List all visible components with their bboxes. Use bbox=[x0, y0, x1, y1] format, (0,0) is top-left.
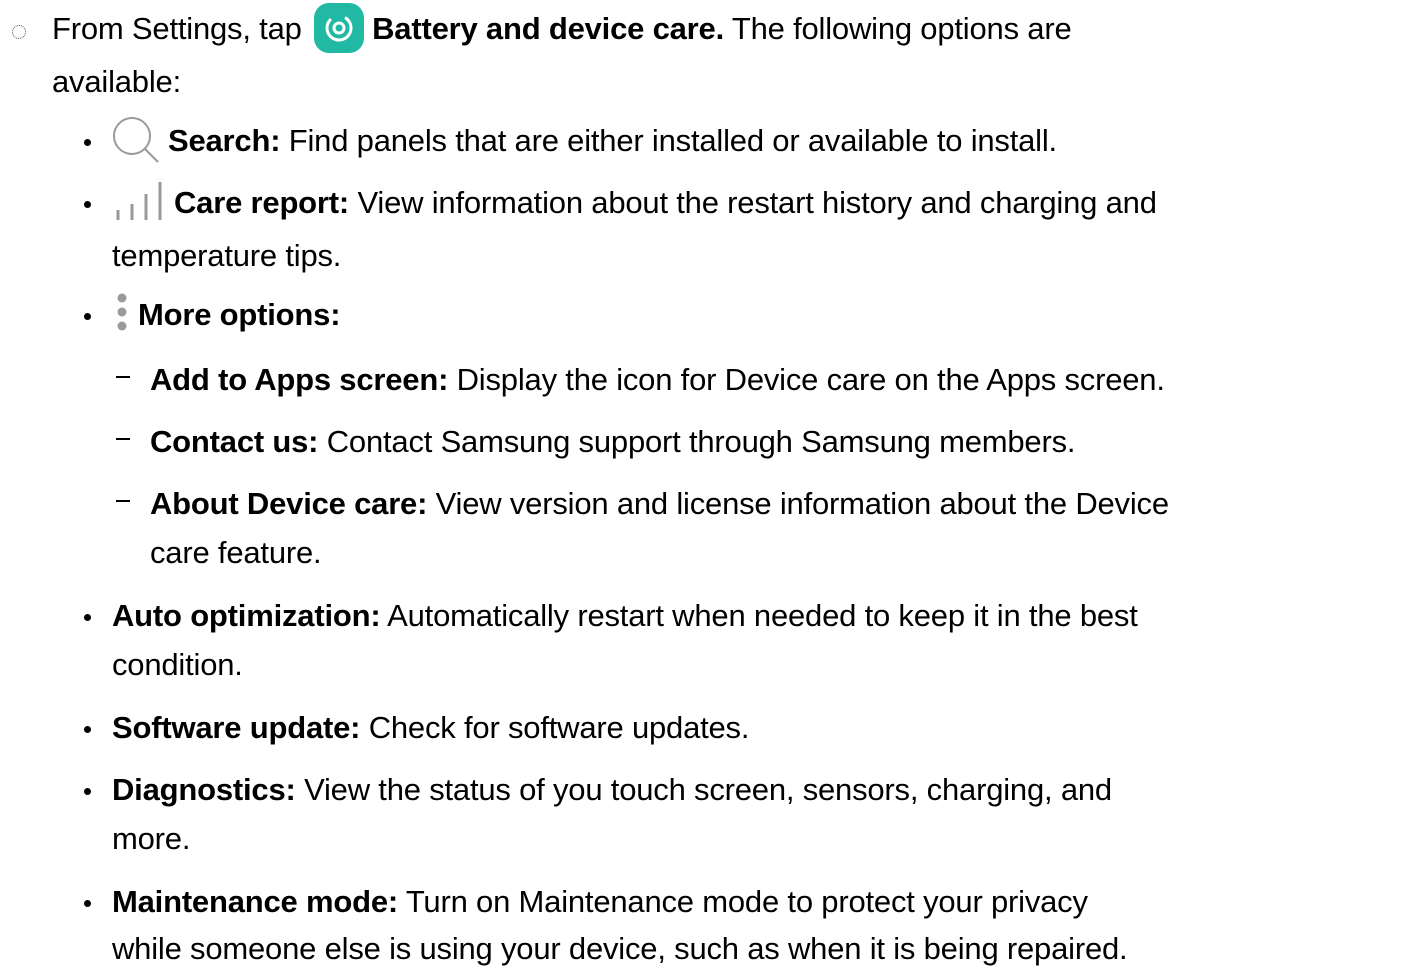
list-item-search: Search: Find panels that are either inst… bbox=[112, 116, 1057, 164]
about-text: View version and license information abo… bbox=[435, 486, 1169, 521]
auto-opt-text-cont: condition. bbox=[112, 647, 243, 682]
software-text: Check for software updates. bbox=[368, 710, 750, 745]
sub-item-about: About Device care: View version and lice… bbox=[150, 484, 1169, 524]
sub-item-about-cont: care feature. bbox=[150, 533, 322, 573]
intro-following: The following options are bbox=[731, 11, 1072, 47]
list-item-diagnostics: Diagnostics: View the status of you touc… bbox=[112, 770, 1112, 810]
app-name: Battery and device care. bbox=[372, 11, 724, 47]
care-report-label: Care report: bbox=[174, 185, 350, 220]
auto-opt-label: Auto optimization: bbox=[112, 598, 381, 633]
list-item-diagnostics-cont: more. bbox=[112, 819, 190, 859]
search-text: Find panels that are either installed or… bbox=[288, 123, 1057, 158]
add-to-apps-text: Display the icon for Device care on the … bbox=[456, 362, 1165, 397]
sub-item-add-to-apps: Add to Apps screen: Display the icon for… bbox=[150, 360, 1165, 400]
intro-line-2: available: bbox=[52, 62, 181, 102]
search-label: Search: bbox=[168, 123, 281, 158]
dash-marker bbox=[116, 376, 130, 378]
list-item-care-report: Care report: View information about the … bbox=[112, 180, 1157, 224]
diagnostics-text: View the status of you touch screen, sen… bbox=[304, 772, 1112, 807]
dash-marker bbox=[116, 500, 130, 502]
diagnostics-text-cont: more. bbox=[112, 821, 191, 856]
intro-line: From Settings, tap Battery and device ca… bbox=[52, 3, 1072, 53]
maintenance-text-cont: while someone else is using your device,… bbox=[112, 931, 1128, 966]
list-item-maintenance-mode-cont: while someone else is using your device,… bbox=[112, 929, 1128, 969]
software-label: Software update: bbox=[112, 710, 361, 745]
list-item-maintenance-mode: Maintenance mode: Turn on Maintenance mo… bbox=[112, 882, 1088, 922]
bullet bbox=[84, 788, 91, 795]
more-options-label: More options: bbox=[138, 297, 341, 332]
contact-us-text: Contact Samsung support through Samsung … bbox=[326, 424, 1076, 459]
contact-us-label: Contact us: bbox=[150, 424, 319, 459]
bullet bbox=[84, 900, 91, 907]
about-label: About Device care: bbox=[150, 486, 428, 521]
care-report-text-cont: temperature tips. bbox=[112, 238, 342, 273]
search-icon bbox=[112, 114, 162, 164]
list-item-software-update: Software update: Check for software upda… bbox=[112, 708, 749, 748]
care-report-text: View information about the restart histo… bbox=[357, 185, 1157, 220]
add-to-apps-label: Add to Apps screen: bbox=[150, 362, 449, 397]
list-item-care-report-cont: temperature tips. bbox=[112, 236, 341, 276]
list-item-auto-optimization-cont: condition. bbox=[112, 645, 243, 685]
intro-from-settings: From Settings, tap bbox=[52, 11, 302, 47]
intro-available: available: bbox=[52, 64, 181, 99]
bar-chart-icon bbox=[112, 180, 168, 224]
dash-marker bbox=[116, 438, 130, 440]
vertical-dots-icon bbox=[112, 292, 132, 336]
maintenance-text: Turn on Maintenance mode to protect your… bbox=[405, 884, 1088, 919]
list-item-auto-optimization: Auto optimization: Automatically restart… bbox=[112, 596, 1138, 636]
maintenance-label: Maintenance mode: bbox=[112, 884, 398, 919]
list-item-more-options: More options: bbox=[112, 292, 341, 336]
diagnostics-label: Diagnostics: bbox=[112, 772, 296, 807]
auto-opt-text: Automatically restart when needed to kee… bbox=[387, 598, 1138, 633]
sub-item-contact-us: Contact us: Contact Samsung support thro… bbox=[150, 422, 1076, 462]
instruction-document: From Settings, tap Battery and device ca… bbox=[0, 0, 1421, 969]
bullet bbox=[84, 201, 91, 208]
bullet bbox=[84, 726, 91, 733]
bullet bbox=[84, 614, 91, 621]
bullet bbox=[84, 313, 91, 320]
about-text-cont: care feature. bbox=[150, 535, 322, 570]
bullet bbox=[84, 139, 91, 146]
device-care-icon bbox=[314, 3, 365, 53]
step-marker bbox=[12, 25, 26, 39]
